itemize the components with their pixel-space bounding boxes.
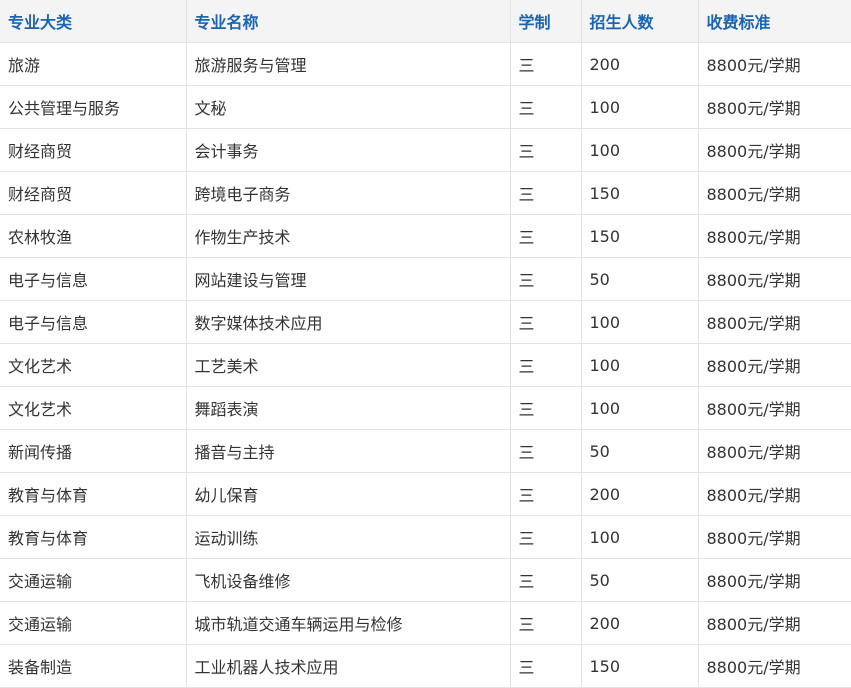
cell-major-name: 飞机设备维修 <box>185 558 511 602</box>
table-row: 教育与体育 幼儿保育 三 200 8800元/学期 <box>0 472 851 516</box>
cell-duration: 三 <box>509 644 582 688</box>
table-row: 交通运输 飞机设备维修 三 50 8800元/学期 <box>0 558 851 602</box>
cell-enrollment: 150 <box>580 171 699 215</box>
cell-major-name: 文秘 <box>185 85 511 129</box>
cell-duration: 三 <box>509 257 582 301</box>
cell-major-name: 工业机器人技术应用 <box>185 644 511 688</box>
cell-major-name: 会计事务 <box>185 128 511 172</box>
cell-category: 新闻传播 <box>0 429 187 473</box>
cell-major-name: 播音与主持 <box>185 429 511 473</box>
cell-major-name: 网站建设与管理 <box>185 257 511 301</box>
cell-enrollment: 100 <box>580 343 699 387</box>
cell-category: 旅游 <box>0 42 187 86</box>
cell-duration: 三 <box>509 171 582 215</box>
cell-fee: 8800元/学期 <box>697 257 851 301</box>
cell-category: 交通运输 <box>0 601 187 645</box>
header-enrollment: 招生人数 <box>580 0 699 43</box>
cell-enrollment: 50 <box>580 429 699 473</box>
cell-duration: 三 <box>509 128 582 172</box>
cell-enrollment: 200 <box>580 42 699 86</box>
cell-enrollment: 100 <box>580 128 699 172</box>
table-row: 新闻传播 播音与主持 三 50 8800元/学期 <box>0 429 851 473</box>
cell-category: 财经商贸 <box>0 171 187 215</box>
cell-major-name: 运动训练 <box>185 515 511 559</box>
cell-category: 公共管理与服务 <box>0 85 187 129</box>
cell-fee: 8800元/学期 <box>697 128 851 172</box>
cell-category: 电子与信息 <box>0 300 187 344</box>
cell-fee: 8800元/学期 <box>697 85 851 129</box>
cell-fee: 8800元/学期 <box>697 300 851 344</box>
cell-enrollment: 100 <box>580 300 699 344</box>
cell-enrollment: 100 <box>580 386 699 430</box>
table-row: 财经商贸 会计事务 三 100 8800元/学期 <box>0 128 851 172</box>
table-row: 电子与信息 网站建设与管理 三 50 8800元/学期 <box>0 257 851 301</box>
cell-major-name: 数字媒体技术应用 <box>185 300 511 344</box>
header-major-name: 专业名称 <box>185 0 511 43</box>
cell-enrollment: 100 <box>580 85 699 129</box>
cell-fee: 8800元/学期 <box>697 343 851 387</box>
cell-enrollment: 50 <box>580 558 699 602</box>
cell-major-name: 舞蹈表演 <box>185 386 511 430</box>
cell-duration: 三 <box>509 386 582 430</box>
cell-category: 教育与体育 <box>0 472 187 516</box>
table-row: 旅游 旅游服务与管理 三 200 8800元/学期 <box>0 42 851 86</box>
cell-category: 教育与体育 <box>0 515 187 559</box>
cell-category: 电子与信息 <box>0 257 187 301</box>
cell-major-name: 跨境电子商务 <box>185 171 511 215</box>
cell-duration: 三 <box>509 558 582 602</box>
cell-duration: 三 <box>509 472 582 516</box>
cell-fee: 8800元/学期 <box>697 601 851 645</box>
cell-major-name: 作物生产技术 <box>185 214 511 258</box>
header-duration: 学制 <box>509 0 582 43</box>
cell-fee: 8800元/学期 <box>697 386 851 430</box>
cell-fee: 8800元/学期 <box>697 171 851 215</box>
cell-enrollment: 150 <box>580 214 699 258</box>
table-row: 教育与体育 运动训练 三 100 8800元/学期 <box>0 515 851 559</box>
header-fee: 收费标准 <box>697 0 851 43</box>
cell-enrollment: 100 <box>580 515 699 559</box>
table-row: 文化艺术 舞蹈表演 三 100 8800元/学期 <box>0 386 851 430</box>
header-row: 专业大类 专业名称 学制 招生人数 收费标准 <box>0 0 851 43</box>
cell-category: 文化艺术 <box>0 386 187 430</box>
cell-duration: 三 <box>509 214 582 258</box>
cell-enrollment: 200 <box>580 472 699 516</box>
cell-duration: 三 <box>509 300 582 344</box>
cell-fee: 8800元/学期 <box>697 558 851 602</box>
cell-fee: 8800元/学期 <box>697 429 851 473</box>
cell-enrollment: 50 <box>580 257 699 301</box>
cell-category: 交通运输 <box>0 558 187 602</box>
cell-fee: 8800元/学期 <box>697 42 851 86</box>
cell-duration: 三 <box>509 601 582 645</box>
cell-fee: 8800元/学期 <box>697 472 851 516</box>
table-row: 公共管理与服务 文秘 三 100 8800元/学期 <box>0 85 851 129</box>
cell-category: 财经商贸 <box>0 128 187 172</box>
cell-duration: 三 <box>509 429 582 473</box>
table-header: 专业大类 专业名称 学制 招生人数 收费标准 <box>0 0 851 43</box>
enrollment-table: 专业大类 专业名称 学制 招生人数 收费标准 旅游 旅游服务与管理 三 200 … <box>0 0 851 688</box>
cell-category: 文化艺术 <box>0 343 187 387</box>
table-row: 文化艺术 工艺美术 三 100 8800元/学期 <box>0 343 851 387</box>
cell-major-name: 工艺美术 <box>185 343 511 387</box>
header-category: 专业大类 <box>0 0 187 43</box>
cell-fee: 8800元/学期 <box>697 515 851 559</box>
cell-major-name: 幼儿保育 <box>185 472 511 516</box>
cell-enrollment: 150 <box>580 644 699 688</box>
cell-category: 装备制造 <box>0 644 187 688</box>
cell-enrollment: 200 <box>580 601 699 645</box>
cell-major-name: 城市轨道交通车辆运用与检修 <box>185 601 511 645</box>
table-body: 旅游 旅游服务与管理 三 200 8800元/学期 公共管理与服务 文秘 三 1… <box>0 42 851 688</box>
table-row: 农林牧渔 作物生产技术 三 150 8800元/学期 <box>0 214 851 258</box>
cell-duration: 三 <box>509 85 582 129</box>
cell-fee: 8800元/学期 <box>697 214 851 258</box>
cell-fee: 8800元/学期 <box>697 644 851 688</box>
cell-duration: 三 <box>509 515 582 559</box>
cell-duration: 三 <box>509 42 582 86</box>
table-row: 装备制造 工业机器人技术应用 三 150 8800元/学期 <box>0 644 851 688</box>
cell-duration: 三 <box>509 343 582 387</box>
table-row: 电子与信息 数字媒体技术应用 三 100 8800元/学期 <box>0 300 851 344</box>
cell-category: 农林牧渔 <box>0 214 187 258</box>
cell-major-name: 旅游服务与管理 <box>185 42 511 86</box>
table-row: 交通运输 城市轨道交通车辆运用与检修 三 200 8800元/学期 <box>0 601 851 645</box>
table-row: 财经商贸 跨境电子商务 三 150 8800元/学期 <box>0 171 851 215</box>
